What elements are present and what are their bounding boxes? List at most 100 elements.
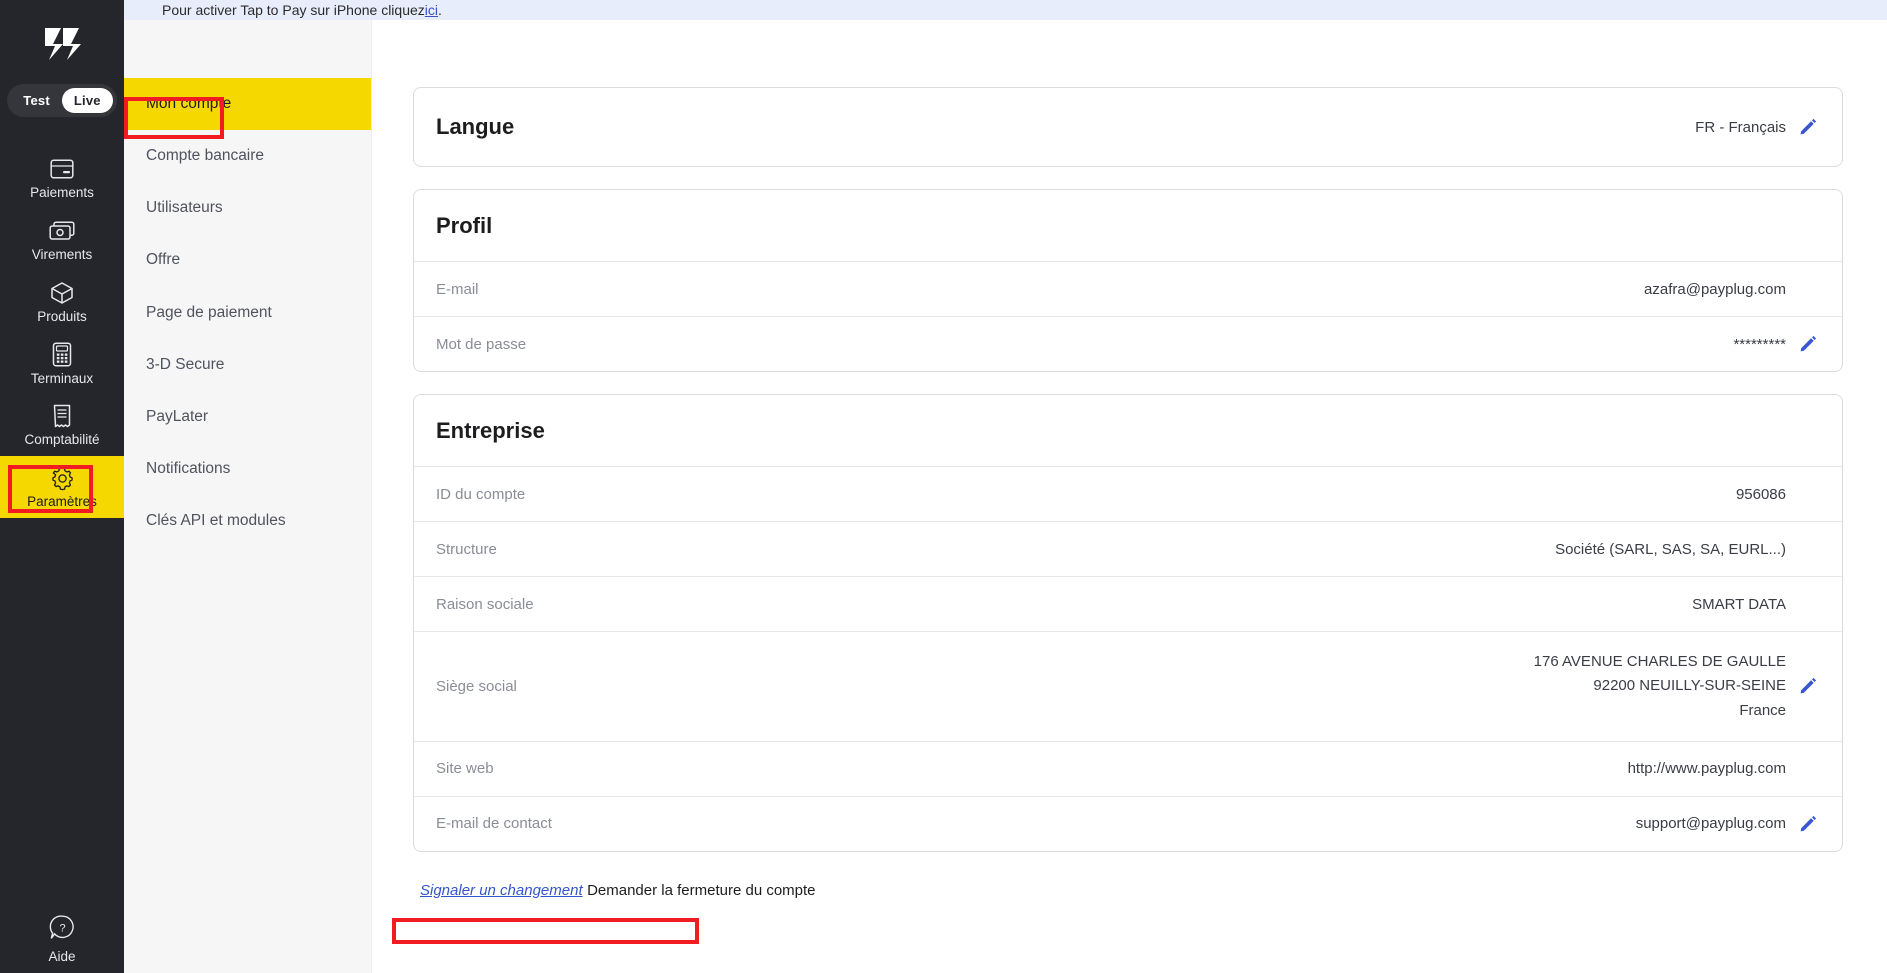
box-icon: [50, 280, 74, 306]
entreprise-row-email-contact: E-mail de contact support@payplug.com: [414, 795, 1842, 851]
subnav-item-utilisateurs[interactable]: Utilisateurs: [124, 182, 371, 234]
sidebar-item-produits[interactable]: Produits: [0, 271, 124, 333]
subnav-item-label: Clés API et modules: [146, 512, 286, 530]
row-value-wrap: 956086: [1736, 485, 1817, 503]
row-label: ID du compte: [436, 485, 526, 503]
subnav-item-label: Compte bancaire: [146, 147, 265, 165]
row-value-wrap: support@payplug.com: [1636, 815, 1817, 833]
subnav-item-label: Utilisateurs: [146, 199, 223, 217]
sidebar-item-comptabilite[interactable]: Comptabilité: [0, 394, 124, 456]
help-bubble-icon: ?: [49, 914, 76, 946]
raison-sociale-value: SMART DATA: [1692, 595, 1786, 613]
siege-address: 176 AVENUE CHARLES DE GAULLE 92200 NEUIL…: [1534, 650, 1786, 723]
entreprise-row-id: ID du compte 956086: [414, 466, 1842, 521]
edit-pencil-icon[interactable]: [1799, 335, 1817, 353]
app-root: Test Live Paiements Virements Produits T…: [0, 0, 1887, 973]
langue-card-header: Langue FR - Français: [414, 88, 1842, 166]
primary-sidebar: Test Live Paiements Virements Produits T…: [0, 0, 124, 973]
banner-text: Pour activer Tap to Pay sur iPhone cliqu…: [162, 2, 425, 18]
demander-fermeture-compte-button[interactable]: Demander la fermeture du compte: [587, 882, 815, 899]
subnav-item-mon-compte[interactable]: Mon compte: [124, 78, 371, 131]
password-value: *********: [1733, 335, 1786, 353]
entreprise-title: Entreprise: [436, 418, 545, 443]
subnav-item-label: PayLater: [146, 407, 209, 425]
env-test-button[interactable]: Test: [11, 88, 62, 113]
profil-row-password: Mot de passe *********: [414, 316, 1842, 371]
edit-pencil-icon[interactable]: [1799, 118, 1817, 136]
transfer-icon: [49, 218, 75, 244]
card-icon: [50, 156, 74, 182]
contact-email-value: support@payplug.com: [1635, 815, 1786, 833]
row-value-wrap: Société (SARL, SAS, SA, EURL...): [1555, 540, 1817, 558]
terminal-icon: [52, 342, 72, 368]
row-value-wrap: azafra@payplug.com: [1644, 280, 1817, 298]
subnav-item-paylater[interactable]: PayLater: [124, 391, 371, 443]
entreprise-row-site-web: Site web http://www.payplug.com: [414, 740, 1842, 796]
signaler-changement-link[interactable]: Signaler un changement: [420, 882, 583, 899]
tap-to-pay-banner: Pour activer Tap to Pay sur iPhone cliqu…: [124, 0, 1887, 20]
payplug-logo[interactable]: [39, 24, 85, 64]
entreprise-row-structure: Structure Société (SARL, SAS, SA, EURL..…: [414, 521, 1842, 576]
site-web-value: http://www.payplug.com: [1627, 760, 1786, 778]
address-line-2: 92200 NEUILLY-SUR-SEINE: [1593, 677, 1786, 695]
sidebar-item-label: Paramètres: [27, 494, 97, 510]
sidebar-item-label: Terminaux: [30, 370, 94, 386]
settings-subnav: Mon compte Compte bancaire Utilisateurs …: [124, 0, 372, 973]
subnav-item-page-de-paiement[interactable]: Page de paiement: [124, 287, 371, 339]
sidebar-item-label: Paiements: [30, 185, 94, 200]
edit-pencil-icon[interactable]: [1799, 677, 1817, 695]
edit-pencil-icon[interactable]: [1799, 815, 1817, 833]
sidebar-item-parametres[interactable]: Paramètres: [0, 456, 124, 519]
row-value-wrap: SMART DATA: [1692, 595, 1817, 613]
sidebar-help[interactable]: ? Aide: [0, 914, 124, 965]
subnav-item-label: 3-D Secure: [146, 355, 225, 373]
address-line-1: 176 AVENUE CHARLES DE GAULLE: [1533, 653, 1786, 670]
row-label: Site web: [436, 760, 494, 778]
profil-title: Profil: [436, 213, 493, 238]
row-label: Siège social: [436, 677, 517, 695]
structure-value: Société (SARL, SAS, SA, EURL...): [1555, 540, 1786, 558]
sidebar-item-paiements[interactable]: Paiements: [0, 147, 124, 209]
subnav-item-compte-bancaire[interactable]: Compte bancaire: [124, 130, 371, 182]
profil-row-email: E-mail azafra@payplug.com: [414, 261, 1842, 316]
footer-links: Signaler un changement Demander la ferme…: [413, 874, 1843, 906]
entreprise-card-header: Entreprise: [414, 395, 1842, 466]
subnav-item-label: Page de paiement: [146, 303, 272, 321]
row-value-wrap: 176 AVENUE CHARLES DE GAULLE 92200 NEUIL…: [1534, 650, 1817, 723]
banner-link[interactable]: ici: [425, 2, 438, 18]
profil-card-header: Profil: [414, 190, 1842, 261]
subnav-item-3d-secure[interactable]: 3-D Secure: [124, 339, 371, 391]
receipt-icon: [52, 403, 72, 429]
row-value-wrap: *********: [1733, 335, 1817, 353]
email-value: azafra@payplug.com: [1644, 280, 1786, 298]
subnav-item-label: Offre: [146, 251, 181, 269]
account-id-value: 956086: [1735, 485, 1786, 503]
subnav-item-notifications[interactable]: Notifications: [124, 443, 371, 495]
subnav-item-label: Mon compte: [146, 95, 232, 112]
entreprise-row-raison-sociale: Raison sociale SMART DATA: [414, 576, 1842, 631]
env-toggle[interactable]: Test Live: [7, 84, 117, 117]
langue-value: FR - Français: [1695, 118, 1786, 136]
row-label: E-mail de contact: [436, 815, 552, 833]
entreprise-card: Entreprise ID du compte 956086 Structure…: [413, 394, 1843, 852]
sidebar-item-terminaux[interactable]: Terminaux: [0, 333, 124, 395]
gear-icon: [50, 465, 75, 491]
sidebar-item-label: Virements: [31, 246, 93, 262]
subnav-item-cles-api[interactable]: Clés API et modules: [124, 495, 371, 547]
settings-account-panel: Langue FR - Français Profil E-mail azafr…: [372, 0, 1887, 906]
entreprise-row-siege-social: Siège social 176 AVENUE CHARLES DE GAULL…: [414, 631, 1842, 741]
banner-text-end: .: [438, 2, 442, 18]
sidebar-item-virements[interactable]: Virements: [0, 209, 124, 271]
langue-card: Langue FR - Français: [413, 87, 1843, 167]
langue-title: Langue: [436, 114, 515, 139]
row-label: E-mail: [436, 280, 479, 298]
main-content: Pour activer Tap to Pay sur iPhone cliqu…: [124, 0, 1887, 973]
row-value-wrap: http://www.payplug.com: [1628, 760, 1817, 778]
env-live-button[interactable]: Live: [61, 88, 113, 113]
row-label: Mot de passe: [436, 335, 527, 353]
subnav-item-offre[interactable]: Offre: [124, 234, 371, 286]
langue-value-wrap: FR - Français: [1695, 118, 1817, 136]
row-label: Structure: [436, 540, 497, 558]
sidebar-help-label: Aide: [48, 949, 76, 965]
sidebar-item-label: Produits: [37, 308, 87, 324]
